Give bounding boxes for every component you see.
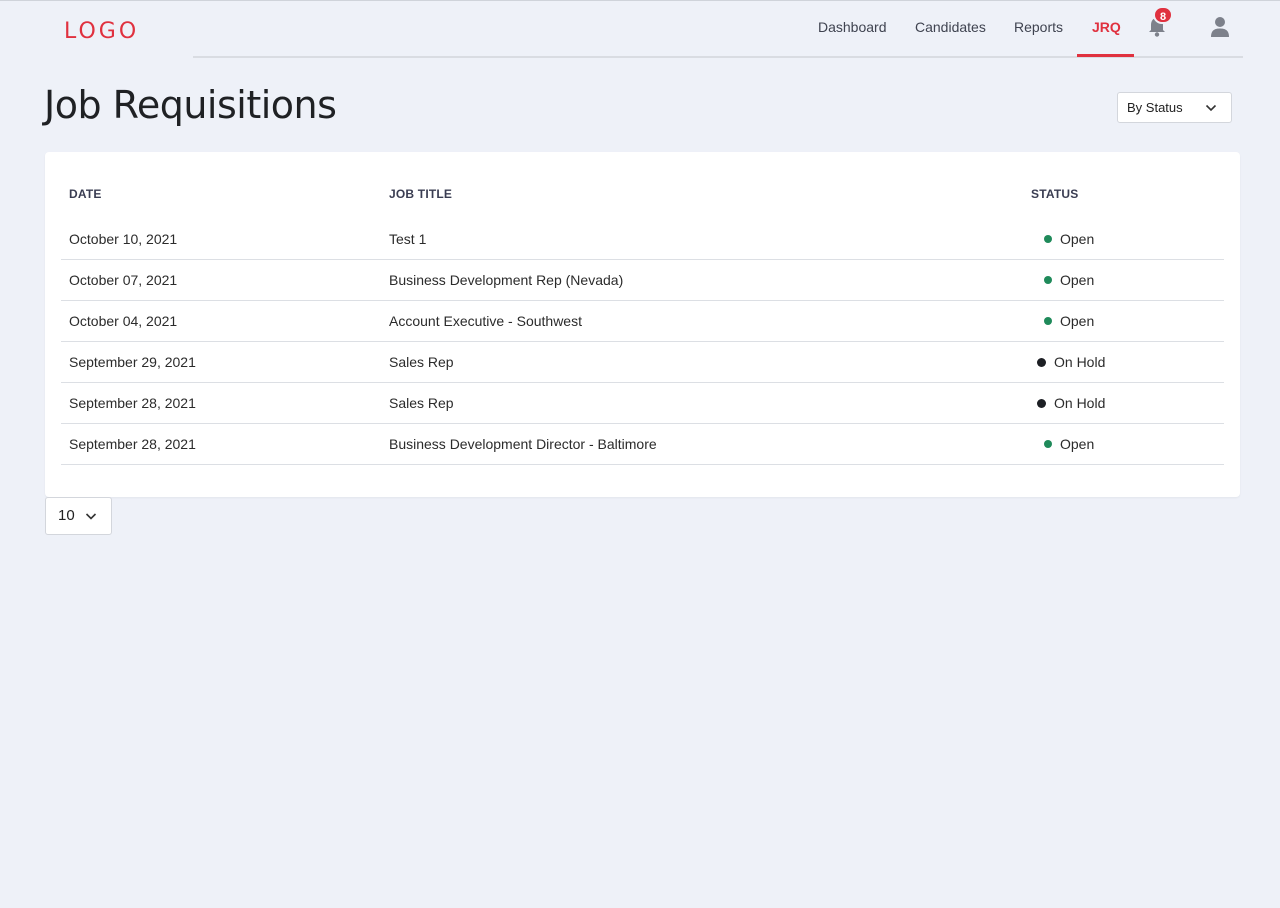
row-status: On Hold <box>1037 354 1105 370</box>
table-row[interactable]: October 07, 2021 Business Development Re… <box>61 260 1224 301</box>
status-open-dot <box>1044 276 1052 285</box>
page-title: Job Requisitions <box>44 83 337 127</box>
status-open-dot <box>1044 317 1052 326</box>
status-hold-dot <box>1037 357 1046 367</box>
column-header-job-title[interactable]: JOB TITLE <box>389 187 452 201</box>
row-status-label: Open <box>1060 231 1095 247</box>
table-row[interactable]: September 28, 2021 Sales Rep On Hold <box>61 383 1224 424</box>
top-nav: Dashboard Candidates Reports JRQ <box>0 0 1280 58</box>
table-row[interactable]: September 29, 2021 Sales Rep On Hold <box>61 342 1224 383</box>
row-job-title[interactable]: Sales Rep <box>389 395 454 411</box>
row-date: September 29, 2021 <box>69 354 196 370</box>
chevron-down-icon <box>1205 104 1217 112</box>
nav-jrq[interactable]: JRQ <box>1092 19 1121 35</box>
row-status-label: Open <box>1060 313 1095 329</box>
notification-badge: 8 <box>1153 6 1173 24</box>
status-open-dot <box>1044 235 1052 244</box>
row-job-title[interactable]: Business Development Director - Baltimor… <box>389 436 657 452</box>
row-date: September 28, 2021 <box>69 436 196 452</box>
table-row[interactable]: October 10, 2021 Test 1 Open <box>61 219 1224 260</box>
row-status-label: On Hold <box>1054 395 1106 411</box>
chevron-down-icon <box>85 513 97 520</box>
nav-dashboard[interactable]: Dashboard <box>818 19 887 35</box>
row-status: Open <box>1044 313 1094 329</box>
column-header-status[interactable]: STATUS <box>1031 187 1078 201</box>
nav-candidates[interactable]: Candidates <box>915 19 986 35</box>
column-header-date[interactable]: DATE <box>69 187 102 201</box>
nav-active-indicator <box>1077 54 1134 57</box>
row-status: On Hold <box>1037 395 1105 411</box>
row-date: October 10, 2021 <box>69 231 178 247</box>
row-job-title[interactable]: Test 1 <box>389 231 426 247</box>
row-job-title[interactable]: Business Development Rep (Nevada) <box>389 272 623 288</box>
row-status: Open <box>1044 231 1094 247</box>
row-status-label: Open <box>1060 436 1095 452</box>
page-size-value: 10 <box>58 507 75 524</box>
status-filter-dropdown[interactable]: By Status <box>1117 92 1232 123</box>
row-status: Open <box>1044 436 1094 452</box>
status-open-dot <box>1044 440 1052 449</box>
row-job-title[interactable]: Account Executive - Southwest <box>389 313 582 329</box>
row-status-label: Open <box>1060 272 1095 288</box>
status-filter-label: By Status <box>1127 100 1183 115</box>
row-job-title[interactable]: Sales Rep <box>389 354 454 370</box>
row-status: Open <box>1044 272 1094 288</box>
table-row[interactable]: October 04, 2021 Account Executive - Sou… <box>61 301 1224 342</box>
user-icon[interactable] <box>1210 16 1230 38</box>
row-date: October 04, 2021 <box>69 313 178 329</box>
status-hold-dot <box>1037 398 1046 408</box>
table-row[interactable]: September 28, 2021 Business Development … <box>61 424 1224 465</box>
row-date: October 07, 2021 <box>69 272 178 288</box>
row-date: September 28, 2021 <box>69 395 196 411</box>
nav-reports[interactable]: Reports <box>1014 19 1063 35</box>
requisitions-table: DATE JOB TITLE STATUS October 10, 2021 T… <box>45 152 1240 497</box>
row-status-label: On Hold <box>1054 354 1106 370</box>
page-size-select[interactable]: 10 <box>45 497 112 535</box>
